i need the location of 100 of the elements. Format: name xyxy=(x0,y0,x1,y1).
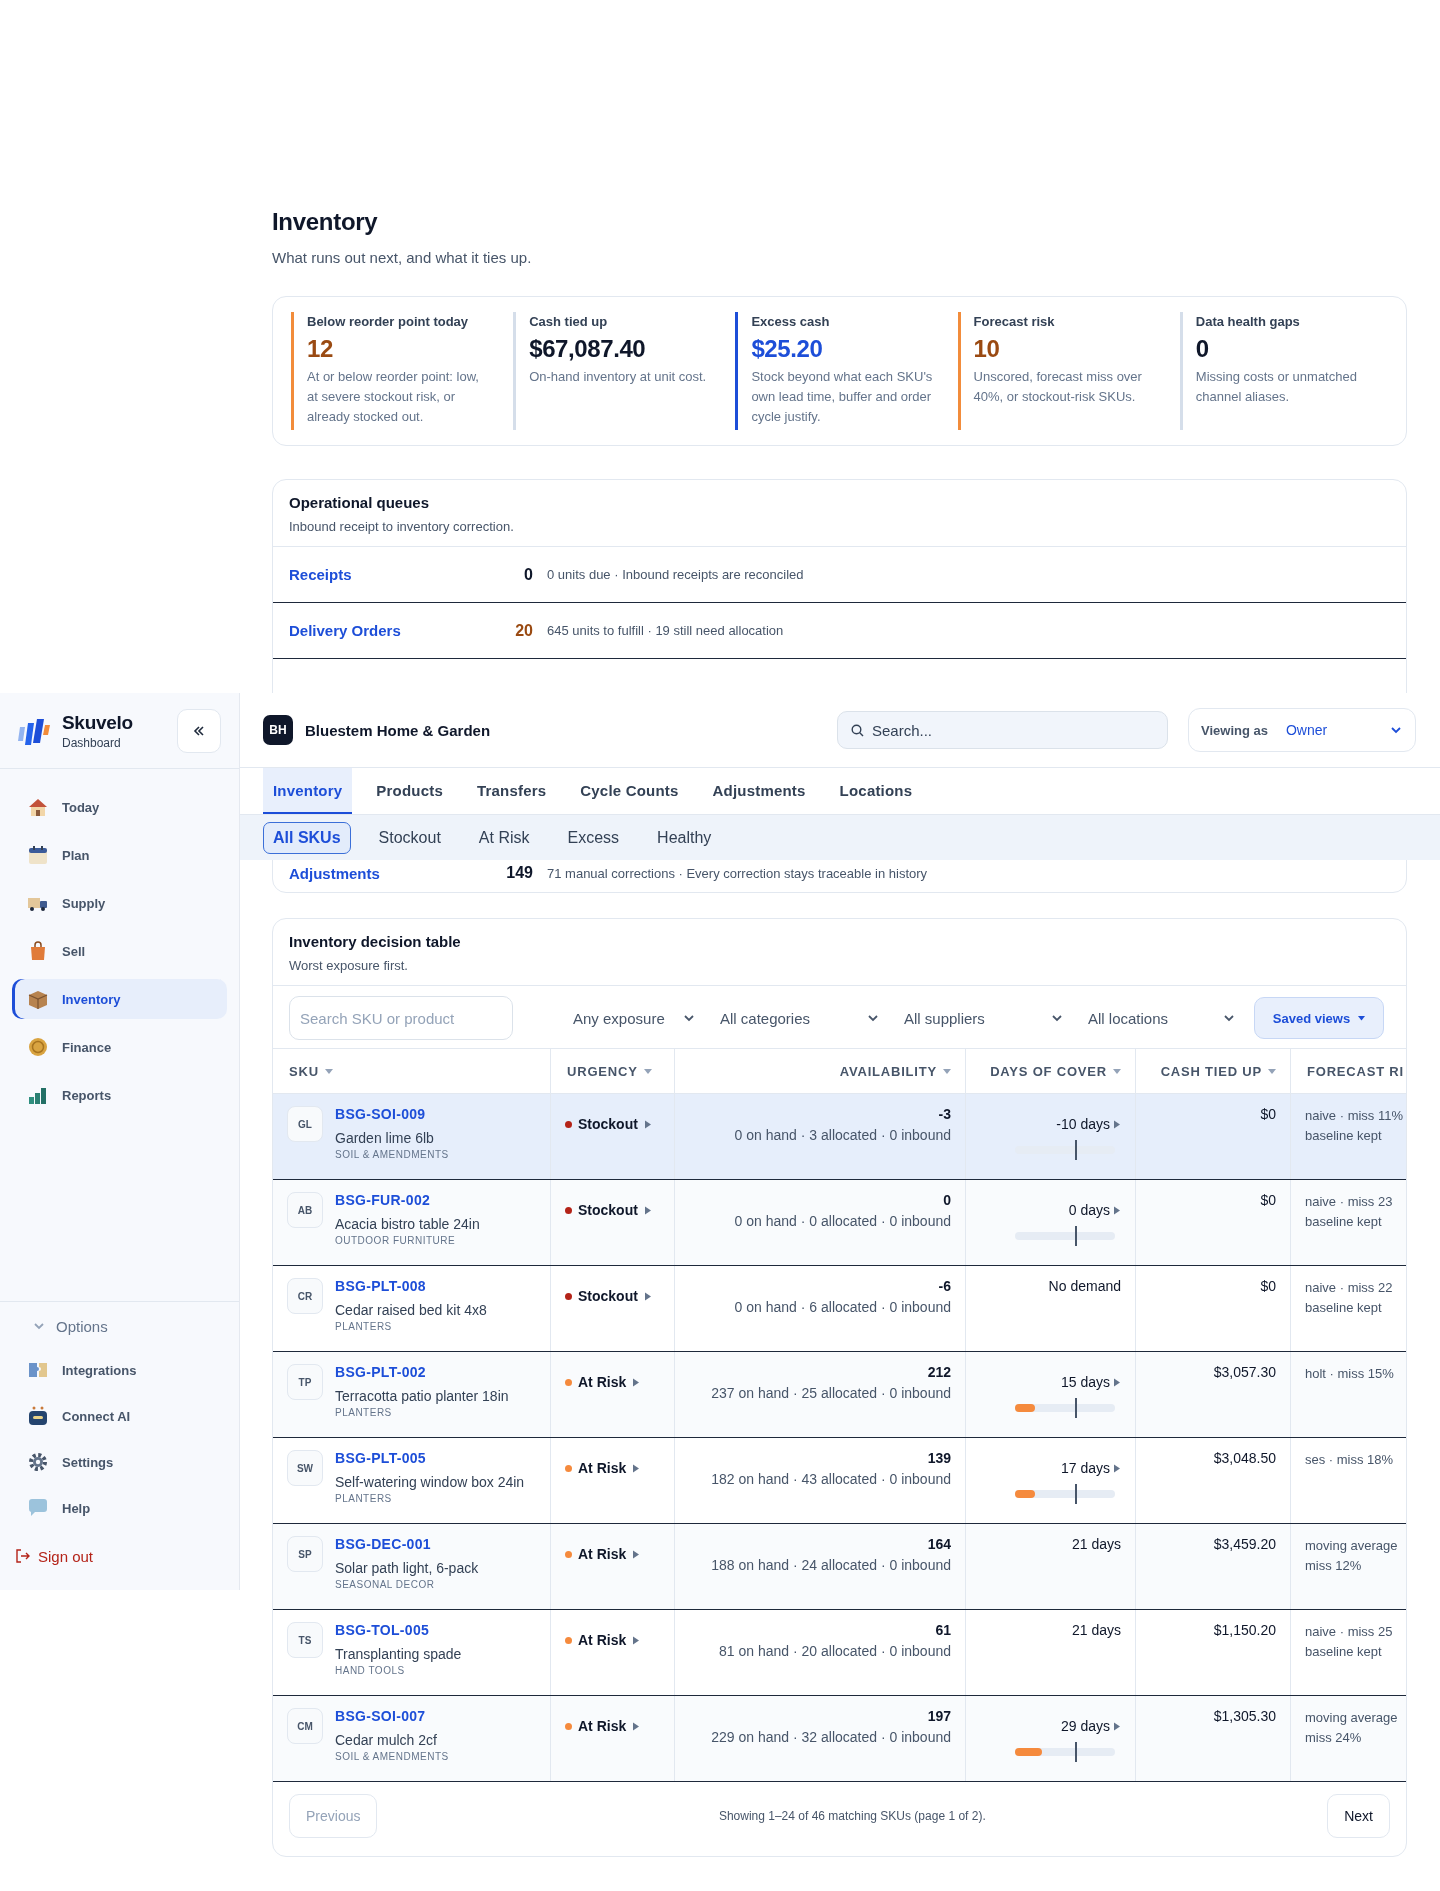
column-header[interactable]: DAYS OF COVER xyxy=(966,1049,1136,1093)
caret-right-icon xyxy=(632,1549,641,1559)
sku-initials: TP xyxy=(287,1364,323,1400)
sku-link[interactable]: BSG-DEC-001 xyxy=(335,1536,479,1552)
urgency-label: Stockout xyxy=(578,1202,638,1218)
forecast-text: naive · miss 22 xyxy=(1305,1279,1393,1297)
double-chevron-left-icon xyxy=(193,725,205,736)
queue-link[interactable]: Adjustments xyxy=(289,864,489,882)
calendar-icon xyxy=(26,843,50,867)
queue-count: 20 xyxy=(514,621,533,640)
column-header[interactable]: AVAILABILITY xyxy=(675,1049,966,1093)
available-count: 197 xyxy=(927,1708,951,1724)
search-field[interactable]: Search SKU or product xyxy=(289,996,513,1040)
filter-tab[interactable]: Healthy xyxy=(647,821,722,854)
stock-breakdown: 0 on hand · 3 allocated · 0 inbound xyxy=(734,1127,951,1143)
sku-link[interactable]: BSG-PLT-002 xyxy=(335,1364,509,1380)
sign-out-link[interactable]: Sign out xyxy=(12,1538,227,1574)
nav-item[interactable]: Integrations xyxy=(12,1350,227,1390)
column-header[interactable]: URGENCY xyxy=(551,1049,675,1093)
cash-value: $3,459.20 xyxy=(1213,1536,1276,1552)
tab[interactable]: Cycle Counts xyxy=(570,768,689,814)
nav-item[interactable]: Reports xyxy=(12,1075,227,1115)
product-name: Cedar raised bed kit 4x8 xyxy=(335,1302,487,1318)
forecast-text: baseline kept xyxy=(1305,1213,1382,1231)
settings-icon xyxy=(26,1450,50,1474)
search-field[interactable]: Search... xyxy=(837,711,1168,749)
nav-item[interactable]: Connect AI xyxy=(12,1396,227,1436)
brand-name: Skuvelo xyxy=(62,711,134,734)
tab[interactable]: Transfers xyxy=(466,768,557,814)
sku-initials: GL xyxy=(287,1106,323,1142)
table-row[interactable]: TS BSG-TOL-005 Transplanting spade HAND TOOLS At Risk 61 81 on hand · 20 allocated · 0 inbound 21 days $1,150.20 naive · miss 25 baseline kept xyxy=(273,1610,1406,1696)
stock-breakdown: 229 on hand · 32 allocated · 0 inbound xyxy=(711,1729,951,1745)
tab[interactable]: Locations xyxy=(829,768,923,814)
table-row[interactable]: GL BSG-SOI-009 Garden lime 6lb SOIL & AMENDMENTS Stockout -3 0 on hand · 3 allocated · 0 inbound -10 days $0 naive · miss 11% baseline kept xyxy=(273,1094,1406,1180)
table-row[interactable]: AB BSG-FUR-002 Acacia bistro table 24in OUTDOOR FURNITURE Stockout 0 0 on hand · 0 allocated · 0 inbound 0 days $0 naive · miss 23 baseline kept xyxy=(273,1180,1406,1266)
nav-item[interactable]: Supply xyxy=(12,883,227,923)
sku-link[interactable]: BSG-FUR-002 xyxy=(335,1192,480,1208)
target-marker xyxy=(1075,1226,1077,1246)
column-header[interactable]: FORECAST RI xyxy=(1291,1049,1406,1093)
product-name: Acacia bistro table 24in xyxy=(335,1216,480,1232)
stock-breakdown: 0 on hand · 0 allocated · 0 inbound xyxy=(734,1213,951,1229)
forecast-text: moving average xyxy=(1305,1709,1398,1727)
sku-initials: CM xyxy=(287,1708,323,1744)
product-category: SOIL & AMENDMENTS xyxy=(335,1149,449,1160)
forecast-text: moving average xyxy=(1305,1537,1398,1555)
urgency-label: At Risk xyxy=(578,1718,627,1734)
product-category: PLANTERS xyxy=(335,1493,393,1504)
nav-item[interactable]: Plan xyxy=(12,835,227,875)
table-row[interactable]: CM BSG-SOI-007 Cedar mulch 2cf SOIL & AMENDMENTS At Risk 197 229 on hand · 32 allocated · 0 inbound 29 days $1,305.30 moving average miss 24% xyxy=(273,1696,1406,1782)
filter-tab[interactable]: All SKUs xyxy=(263,821,351,854)
nav-item[interactable]: Sell xyxy=(12,931,227,971)
sku-link[interactable]: BSG-PLT-008 xyxy=(335,1278,487,1294)
sku-initials: SP xyxy=(287,1536,323,1572)
filter-dropdown[interactable]: Any exposure xyxy=(563,998,710,1038)
sku-link[interactable]: BSG-PLT-005 xyxy=(335,1450,525,1466)
urgency-label: At Risk xyxy=(578,1546,627,1562)
filter-dropdown[interactable]: All categories xyxy=(710,998,894,1038)
chevron-down-icon xyxy=(1391,726,1401,734)
queue-link[interactable]: Receipts xyxy=(289,566,489,583)
filter-dropdown[interactable]: All locations xyxy=(1078,998,1250,1038)
tab[interactable]: Inventory xyxy=(263,768,353,814)
tab[interactable]: Products xyxy=(366,768,453,814)
chevron-down-icon xyxy=(868,1014,878,1022)
cash-value: $0 xyxy=(1260,1106,1276,1122)
queue-count: 0 xyxy=(523,565,533,584)
caret-right-icon xyxy=(632,1721,641,1731)
filter-tab[interactable]: At Risk xyxy=(468,821,540,854)
table-row[interactable]: TP BSG-PLT-002 Terracotta patio planter 18in PLANTERS At Risk 212 237 on hand · 25 allocated · 0 inbound 15 days $3,057.30 holt · miss 15% xyxy=(273,1352,1406,1438)
nav-item[interactable]: Settings xyxy=(12,1442,227,1482)
column-header[interactable]: SKU xyxy=(273,1049,551,1093)
nav-item[interactable]: Help xyxy=(12,1488,227,1528)
kpi-value: 0 xyxy=(1195,335,1210,363)
saved-views-button[interactable]: Saved views xyxy=(1254,997,1384,1039)
nav-item[interactable]: Finance xyxy=(12,1027,227,1067)
brand-subtitle: Dashboard xyxy=(62,735,122,750)
company-badge: BH xyxy=(263,715,293,745)
filter-tab[interactable]: Excess xyxy=(557,821,630,854)
chevron-down-icon xyxy=(1052,1014,1062,1022)
caret-right-icon xyxy=(643,1291,652,1301)
column-header[interactable]: CASH TIED UP xyxy=(1136,1049,1291,1093)
card-title: Inventory decision table xyxy=(289,933,462,950)
nav-item[interactable]: Inventory xyxy=(12,979,227,1019)
role-select[interactable]: Viewing as Owner xyxy=(1188,708,1416,752)
target-marker xyxy=(1075,1398,1077,1418)
options-toggle[interactable]: Options xyxy=(12,1308,227,1344)
company-name: Bluestem Home & Garden xyxy=(305,721,492,739)
table-row[interactable]: SP BSG-DEC-001 Solar path light, 6-pack SEASONAL DECOR At Risk 164 188 on hand · 24 allocated · 0 inbound 21 days $3,459.20 moving average miss 12% xyxy=(273,1524,1406,1610)
sku-link[interactable]: BSG-SOI-007 xyxy=(335,1708,449,1724)
sku-link[interactable]: BSG-SOI-009 xyxy=(335,1106,449,1122)
tab[interactable]: Adjustments xyxy=(702,768,816,814)
filter-tab[interactable]: Stockout xyxy=(368,821,451,854)
nav-item[interactable]: Today xyxy=(12,787,227,827)
product-name: Transplanting spade xyxy=(335,1646,462,1662)
sku-link[interactable]: BSG-TOL-005 xyxy=(335,1622,462,1638)
queue-link[interactable]: Delivery Orders xyxy=(289,622,489,639)
filter-dropdown[interactable]: All suppliers xyxy=(894,998,1078,1038)
collapse-button[interactable] xyxy=(177,708,221,753)
next-button[interactable]: Next xyxy=(1327,1794,1390,1838)
table-row[interactable]: SW BSG-PLT-005 Self-watering window box 24in PLANTERS At Risk 139 182 on hand · 43 allocated · 0 inbound 17 days $3,048.50 ses · miss 18% xyxy=(273,1438,1406,1524)
table-row[interactable]: CR BSG-PLT-008 Cedar raised bed kit 4x8 PLANTERS Stockout -6 0 on hand · 6 allocated · 0 inbound No demand $0 naive · miss 22 baseline kept xyxy=(273,1266,1406,1352)
